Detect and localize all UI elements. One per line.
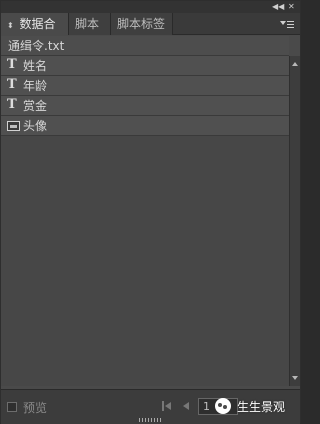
panel-top-strip: ◀◀ ✕ (1, 1, 300, 13)
field-label: 头像 (23, 119, 48, 133)
chevron-updown-icon: ⬍ (7, 21, 14, 30)
panel-tabs: ⬍ 数据合并 脚本 脚本标签 (1, 13, 300, 55)
preview-checkbox[interactable]: 预览 (7, 400, 48, 415)
field-label: 赏金 (23, 99, 48, 113)
wechat-icon (215, 398, 231, 414)
tab-data-merge[interactable]: ⬍ 数据合并 (1, 13, 69, 55)
field-row-name[interactable]: T 姓名 (1, 56, 289, 76)
vertical-scrollbar[interactable] (289, 56, 300, 386)
watermark-text: 生生景观 (237, 399, 286, 414)
text-field-icon: T (7, 97, 17, 112)
preview-label: 预览 (23, 400, 48, 415)
source-file-name: 通缉令.txt (1, 36, 289, 56)
tab-label: 脚本 (75, 17, 100, 31)
tab-script[interactable]: 脚本 (69, 13, 111, 35)
scroll-up-arrow-icon[interactable] (292, 62, 298, 66)
field-list: T 姓名 T 年龄 T 赏金 头像 (1, 56, 289, 386)
scroll-down-arrow-icon[interactable] (292, 376, 298, 380)
text-field-icon: T (7, 57, 17, 72)
tab-label: 脚本标签 (117, 17, 166, 31)
resize-grip[interactable] (139, 418, 161, 422)
data-merge-panel: ◀◀ ✕ ⬍ 数据合并 脚本 脚本标签 通缉令.txt T 姓名 T 年龄 T (0, 0, 301, 424)
close-icon[interactable]: ✕ (288, 2, 295, 12)
text-field-icon: T (7, 77, 17, 92)
first-page-icon[interactable] (162, 401, 172, 411)
image-field-icon (7, 121, 20, 131)
watermark: 生生景观 (215, 396, 285, 416)
menu-lines-icon (287, 19, 294, 28)
field-row-age[interactable]: T 年龄 (1, 76, 289, 96)
panel-menu-button[interactable] (280, 18, 294, 30)
field-row-avatar[interactable]: 头像 (1, 116, 289, 136)
field-row-bounty[interactable]: T 赏金 (1, 96, 289, 116)
checkbox-box[interactable] (7, 402, 17, 412)
previous-page-icon[interactable] (181, 401, 191, 411)
menu-caret-icon (280, 21, 286, 25)
field-label: 姓名 (23, 59, 48, 73)
collapse-icon[interactable]: ◀◀ (272, 2, 284, 12)
tab-script-label[interactable]: 脚本标签 (111, 13, 173, 35)
field-label: 年龄 (23, 79, 48, 93)
